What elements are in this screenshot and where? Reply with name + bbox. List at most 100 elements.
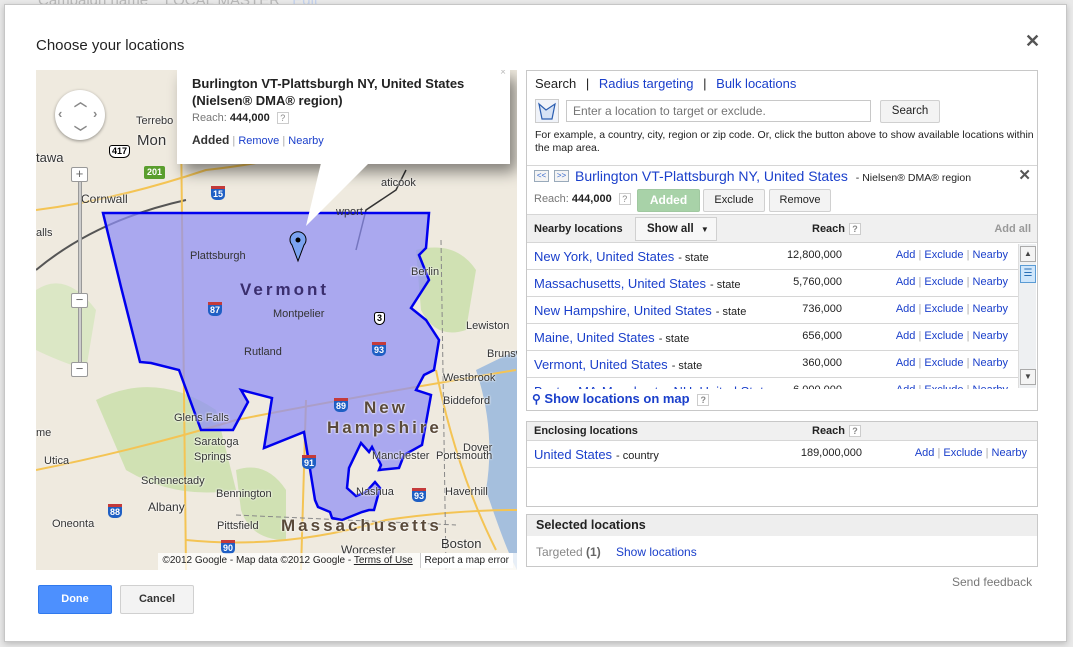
exclude-link[interactable]: Exclude (924, 303, 963, 315)
help-icon[interactable]: ? (697, 393, 710, 406)
map-label-glens-falls: Glens Falls (174, 412, 230, 424)
nearby-link[interactable]: Nearby (973, 330, 1008, 342)
added-button[interactable]: Added (637, 189, 700, 212)
pan-right-icon[interactable]: › (93, 106, 97, 121)
add-all-link[interactable]: Add all (994, 223, 1031, 235)
map-pin-icon: ⚲ (532, 392, 541, 406)
scroll-down-icon[interactable]: ▼ (1020, 369, 1036, 385)
nearby-link[interactable]: Nearby (973, 276, 1008, 288)
report-map-error-link[interactable]: Report a map error (419, 553, 513, 568)
location-link[interactable]: Maine, United States (534, 330, 655, 345)
location-reach: 6,000,000 (757, 384, 842, 389)
selected-location-link[interactable]: Burlington VT-Plattsburgh NY, United Sta… (575, 168, 848, 184)
nearby-scrollbar[interactable]: ▲ ☰ ▼ (1018, 244, 1036, 388)
table-row: Vermont, United States - state 360,000 Add … (527, 351, 1018, 378)
exclude-link[interactable]: Exclude (924, 276, 963, 288)
location-link[interactable]: New York, United States (534, 249, 674, 264)
terms-of-use-link[interactable]: Terms of Use (354, 555, 413, 566)
nearby-link[interactable]: Nearby (992, 447, 1027, 459)
location-link[interactable]: Massachusetts, United States (534, 276, 706, 291)
add-link[interactable]: Add (915, 447, 935, 459)
location-link[interactable]: United States (534, 447, 612, 462)
help-icon[interactable]: ? (276, 112, 289, 125)
scroll-up-icon[interactable]: ▲ (1020, 246, 1036, 262)
close-icon[interactable]: ✕ (1018, 166, 1031, 184)
selected-locations-panel: Selected locations Targeted (1) Show loc… (526, 514, 1038, 567)
scroll-thumb[interactable]: ☰ (1020, 265, 1036, 283)
zoom-slider-track[interactable] (78, 170, 82, 370)
nearby-link[interactable]: Nearby (973, 357, 1008, 369)
separator: | (918, 384, 921, 389)
map-label-vermont: Vermont (240, 280, 330, 299)
pan-down-icon[interactable]: ﹀ (74, 122, 87, 141)
show-locations-link[interactable]: Show locations (616, 545, 697, 559)
info-window-close-icon[interactable]: × (500, 70, 506, 78)
reach-label: Reach: (192, 112, 227, 124)
help-icon[interactable]: ? (849, 223, 862, 236)
info-window-reach: Reach: 444,000 ? (192, 112, 289, 125)
cancel-button[interactable]: Cancel (120, 585, 194, 614)
pan-control[interactable]: ︿ ‹ › ﹀ (55, 90, 105, 140)
table-row: New York, United States - state 12,800,000… (527, 243, 1018, 270)
show-all-dropdown[interactable]: Show all ▼ (635, 217, 717, 241)
row-actions: Add | Exclude | Nearby (896, 249, 1008, 261)
zoom-in-button[interactable]: + (71, 167, 88, 182)
close-icon[interactable]: ✕ (1025, 31, 1040, 52)
map-label-portsmouth: Portsmouth (436, 450, 493, 462)
map[interactable]: tawa Mon Terrebo Cornwall alls aticook w… (36, 70, 517, 570)
location-link[interactable]: New Hampshire, United States (534, 303, 712, 318)
nearby-link[interactable]: Nearby (973, 249, 1008, 261)
nearby-link[interactable]: Nearby (973, 303, 1008, 315)
interstate-shield-93: 93 (412, 488, 427, 502)
zoom-out-button[interactable]: − (71, 362, 88, 377)
tab-search[interactable]: Search (535, 76, 576, 91)
location-type: - state (709, 279, 741, 291)
location-search-input[interactable] (566, 100, 871, 122)
send-feedback-link[interactable]: Send feedback (952, 575, 1032, 589)
previous-location-button[interactable]: << (534, 170, 549, 182)
exclude-link[interactable]: Exclude (924, 357, 963, 369)
location-link[interactable]: Vermont, United States (534, 357, 668, 372)
tab-radius-targeting[interactable]: Radius targeting (599, 76, 694, 91)
remove-button[interactable]: Remove (769, 189, 831, 212)
row-actions: Add | Exclude | Nearby (896, 357, 1008, 369)
separator: | (985, 447, 989, 459)
next-location-button[interactable]: >> (554, 170, 569, 182)
tab-bulk-locations[interactable]: Bulk locations (716, 76, 796, 91)
pan-up-icon[interactable]: ︿ (74, 91, 87, 110)
exclude-link[interactable]: Exclude (924, 384, 963, 389)
done-button[interactable]: Done (38, 585, 112, 614)
help-icon[interactable]: ? (618, 193, 631, 206)
table-row: United States - country 189,000,000 Add |… (527, 441, 1037, 468)
location-type: - country (616, 450, 659, 462)
location-type: - state (658, 333, 690, 345)
add-link[interactable]: Add (896, 357, 916, 369)
location-reach: 5,760,000 (793, 276, 842, 288)
exclude-link[interactable]: Exclude (924, 330, 963, 342)
add-link[interactable]: Add (896, 249, 916, 261)
pan-left-icon[interactable]: ‹ (58, 106, 62, 121)
nearby-link[interactable]: Nearby (288, 135, 323, 147)
add-link[interactable]: Add (896, 276, 916, 288)
location-link[interactable]: Boston MA-Manchester NH, United States (534, 384, 778, 389)
map-label-bennington: Bennington (216, 488, 272, 500)
help-icon[interactable]: ? (849, 425, 862, 438)
map-label-pittsfield: Pittsfield (217, 520, 259, 532)
search-button[interactable]: Search (880, 100, 940, 123)
separator: | (918, 303, 922, 315)
add-link[interactable]: Add (896, 330, 916, 342)
enclosing-header: Enclosing locations Reach? (527, 422, 1037, 441)
add-link[interactable]: Add (896, 384, 916, 389)
show-on-map-link[interactable]: Show locations on map (544, 391, 689, 406)
copyright-text: ©2012 Google - Map data ©2012 Google - (162, 555, 352, 566)
exclude-button[interactable]: Exclude (703, 189, 765, 212)
exclude-link[interactable]: Exclude (943, 447, 982, 459)
reach-label: Reach: (534, 193, 569, 205)
show-map-locations-button[interactable] (535, 99, 559, 123)
zoom-slider-handle[interactable]: − (71, 293, 88, 308)
add-link[interactable]: Add (896, 303, 916, 315)
nearby-link[interactable]: Nearby (973, 384, 1008, 389)
exclude-link[interactable]: Exclude (924, 249, 963, 261)
remove-link[interactable]: Remove (238, 135, 279, 147)
show-locations-on-map[interactable]: ⚲ Show locations on map ? (532, 391, 710, 406)
